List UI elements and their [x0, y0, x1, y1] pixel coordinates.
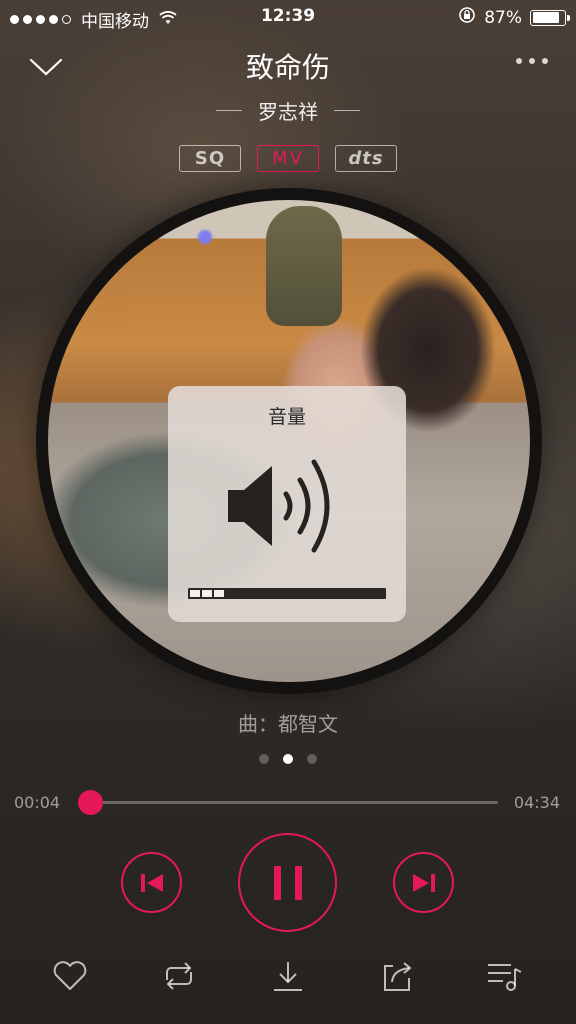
- more-icon-dot: [516, 58, 522, 64]
- rotation-lock-icon: [458, 6, 476, 29]
- page-dot[interactable]: [307, 754, 317, 764]
- player-screen: 中国移动 12:39 87% 致命伤 罗志祥 SQ MV dts 音量 曲：都智…: [0, 0, 576, 1024]
- quality-badges: SQ MV dts: [0, 145, 576, 172]
- cover-light-shape: [198, 230, 212, 244]
- status-right: 87%: [458, 6, 570, 29]
- volume-segment: [190, 590, 200, 597]
- page-indicator[interactable]: [0, 754, 576, 764]
- battery-fill: [532, 12, 560, 23]
- dts-badge[interactable]: dts: [335, 145, 397, 172]
- more-icon-dot: [529, 58, 535, 64]
- volume-level-bar: [188, 588, 386, 599]
- bottom-toolbar: [0, 956, 576, 1000]
- more-button[interactable]: [516, 58, 548, 64]
- pause-button[interactable]: [238, 833, 337, 932]
- volume-segment: [214, 590, 224, 597]
- download-icon[interactable]: [268, 956, 308, 996]
- previous-button[interactable]: [121, 852, 182, 913]
- status-bar: 中国移动 12:39 87%: [0, 0, 576, 34]
- divider: [334, 110, 360, 111]
- share-icon[interactable]: [377, 956, 417, 996]
- progress-slider[interactable]: [78, 790, 498, 815]
- divider: [216, 110, 242, 111]
- speaker-icon: [226, 456, 346, 560]
- more-icon-dot: [542, 58, 548, 64]
- song-title: 致命伤: [245, 51, 330, 84]
- next-button[interactable]: [393, 852, 454, 913]
- mv-badge[interactable]: MV: [257, 145, 319, 172]
- cover-lamp-shape: [266, 206, 342, 326]
- progress-thumb[interactable]: [78, 790, 104, 815]
- battery-icon: [530, 9, 570, 26]
- artist-name[interactable]: 罗志祥: [258, 96, 318, 125]
- previous-icon: [140, 873, 163, 892]
- volume-hud: 音量: [168, 386, 406, 622]
- volume-segment: [202, 590, 212, 597]
- battery-percent: 87%: [484, 7, 522, 28]
- page-dot[interactable]: [259, 754, 269, 764]
- volume-title: 音量: [267, 406, 306, 428]
- page-dot[interactable]: [283, 754, 293, 764]
- playlist-icon[interactable]: [484, 956, 524, 996]
- total-time: 04:34: [513, 793, 560, 812]
- heart-icon[interactable]: [50, 956, 90, 996]
- sq-badge[interactable]: SQ: [179, 145, 241, 172]
- pause-icon: [273, 865, 302, 900]
- repeat-icon[interactable]: [159, 956, 199, 996]
- next-icon: [412, 873, 435, 892]
- artist-row: 罗志祥: [0, 96, 576, 125]
- composer-credit: 曲：都智文: [238, 712, 338, 736]
- elapsed-time: 00:04: [14, 793, 61, 812]
